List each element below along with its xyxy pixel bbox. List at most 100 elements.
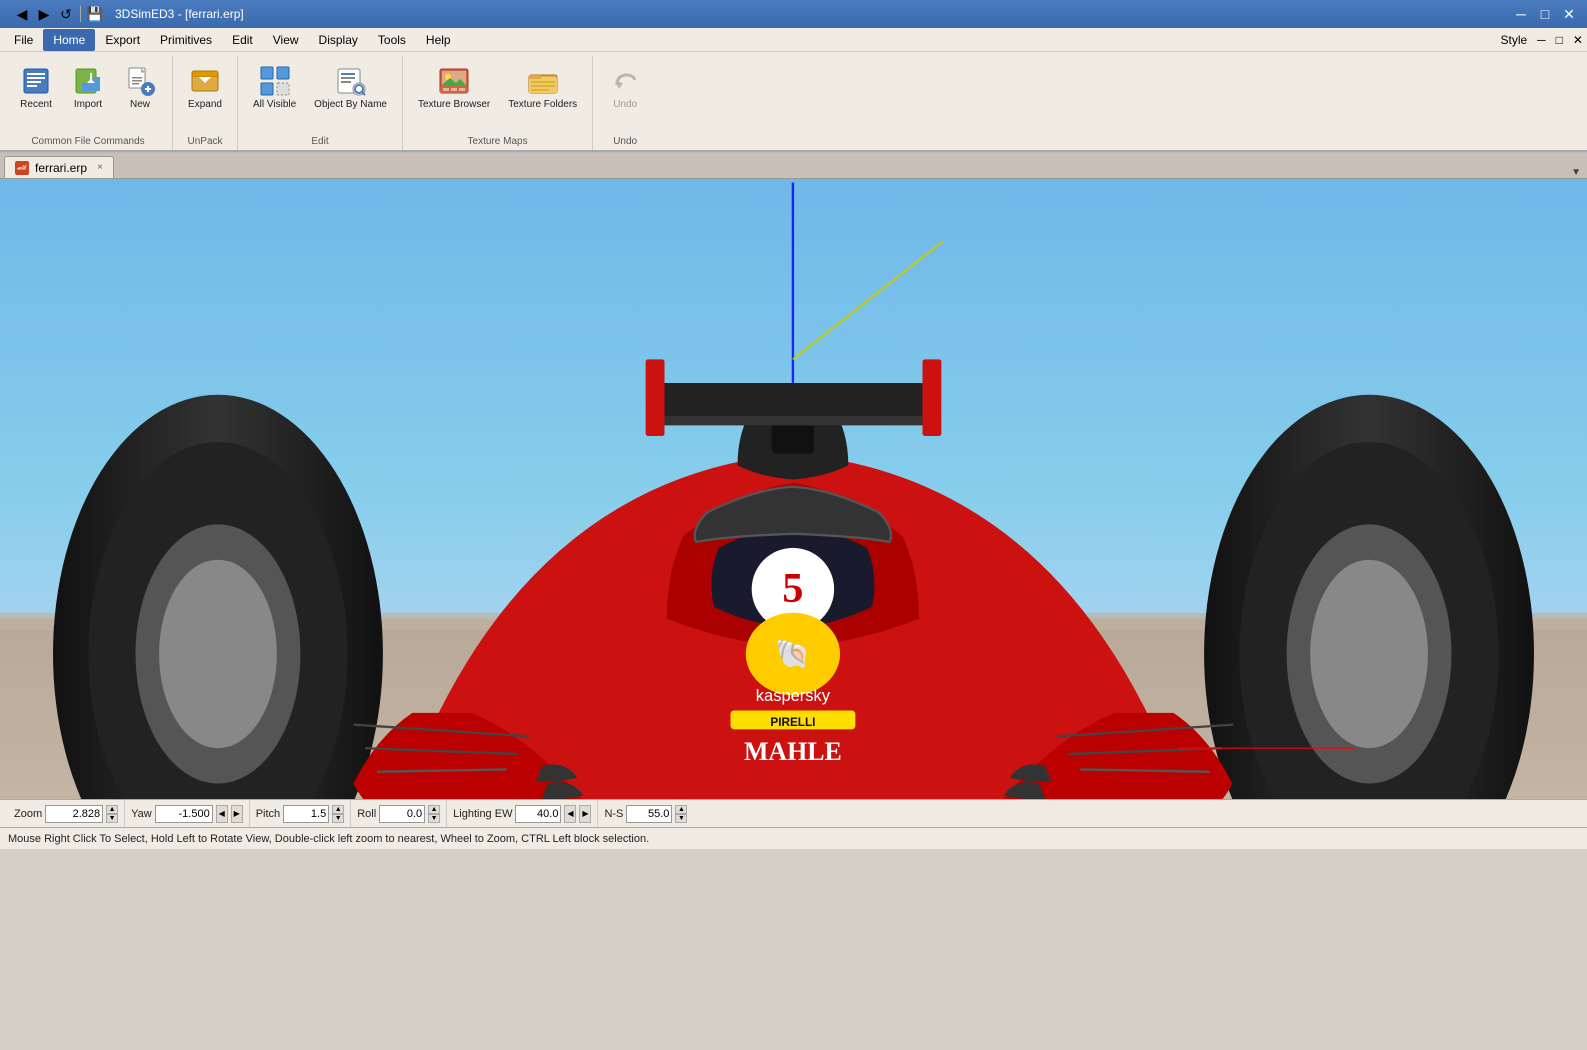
ribbon-group-unpack: Expand UnPack [173,56,238,150]
menu-bar-right: Style ─ □ ✕ [1501,33,1584,47]
zoom-label: Zoom [14,808,42,820]
close-button[interactable]: ✕ [1559,5,1579,23]
yaw-prev[interactable]: ◀ [216,805,228,823]
new-icon [124,65,156,97]
forward-button[interactable]: ▶ [34,4,54,24]
3d-scene: 5 🐚 kaspersky PIRELLI MAHLE 🐚 V-Power 🐚 … [0,179,1587,799]
svg-text:kaspersky: kaspersky [756,687,831,705]
texture-browser-label: Texture Browser [418,99,490,111]
bottom-status: Mouse Right Click To Select, Hold Left t… [0,827,1587,849]
back-button[interactable]: ◀ [12,4,32,24]
undo-group-label: Undo [601,134,649,150]
import-icon [72,65,104,97]
roll-up[interactable]: ▲ [428,805,440,814]
common-file-label: Common File Commands [12,134,164,150]
ns-input[interactable] [626,805,672,823]
title-bar-left: ◀ ▶ ↺ 💾 3DSimED3 - [ferrari.erp] [8,2,244,26]
ribbon-group-items-texture: Texture Browser Texture Folders [411,56,584,134]
zoom-up[interactable]: ▲ [106,805,118,814]
tab-icon: 🏎 [15,161,29,175]
ribbon-btn-texture-folders[interactable]: Texture Folders [501,60,584,116]
lighting-ew-field: Lighting EW ◀ ▶ [447,800,598,827]
menu-export[interactable]: Export [95,29,150,51]
zoom-input[interactable] [45,805,103,823]
lighting-ew-prev[interactable]: ◀ [564,805,576,823]
ns-down[interactable]: ▼ [675,814,687,823]
menu-edit[interactable]: Edit [222,29,263,51]
roll-input[interactable] [379,805,425,823]
texture-folders-icon [527,65,559,97]
minimize-button[interactable]: ─ [1511,5,1531,23]
recent-icon [20,65,52,97]
ribbon-btn-recent[interactable]: Recent [12,60,60,116]
menu-view[interactable]: View [263,29,309,51]
ribbon-group-common-file: Recent Import [4,56,173,150]
svg-text:🐚: 🐚 [775,637,810,669]
ribbon: Recent Import [0,52,1587,152]
viewport: 5 🐚 kaspersky PIRELLI MAHLE 🐚 V-Power 🐚 … [0,179,1587,799]
tab-label: ferrari.erp [35,161,87,175]
svg-text:5: 5 [782,565,803,612]
texture-browser-icon [438,65,470,97]
refresh-button[interactable]: ↺ [56,4,76,24]
tab-bar: 🏎 ferrari.erp × ▼ [0,153,1587,179]
tab-dropdown[interactable]: ▼ [1565,167,1587,178]
expand-icon [189,65,221,97]
ribbon-btn-new[interactable]: New [116,60,164,116]
pitch-up[interactable]: ▲ [332,805,344,814]
ribbon-btn-object-by-name[interactable]: Object By Name [307,60,394,116]
save-button[interactable]: 💾 [85,4,105,24]
pitch-label: Pitch [256,808,280,820]
all-visible-label: All Visible [253,99,296,111]
window-controls: ─ □ ✕ [1511,5,1579,23]
texture-folders-label: Texture Folders [508,99,577,111]
tab-close-button[interactable]: × [97,162,103,173]
ribbon-btn-import[interactable]: Import [64,60,112,116]
lighting-ew-next[interactable]: ▶ [579,805,591,823]
ribbon-group-items-edit: All Visible Object [246,56,394,134]
ribbon-btn-all-visible[interactable]: All Visible [246,60,303,116]
recent-label: Recent [20,99,52,111]
expand-label: Expand [188,99,222,111]
lighting-ew-label: Lighting EW [453,808,512,820]
lighting-ew-input[interactable] [515,805,561,823]
pitch-down[interactable]: ▼ [332,814,344,823]
pitch-input[interactable] [283,805,329,823]
maximize-button[interactable]: □ [1535,5,1555,23]
ns-up[interactable]: ▲ [675,805,687,814]
ribbon-group-edit: All Visible Object [238,56,403,150]
undo-icon [609,65,641,97]
window-title: 3DSimED3 - [ferrari.erp] [115,7,244,21]
unpack-label: UnPack [181,134,229,150]
yaw-next[interactable]: ▶ [231,805,243,823]
texture-maps-label: Texture Maps [411,134,584,150]
yaw-input[interactable] [155,805,213,823]
svg-text:MAHLE: MAHLE [744,737,842,766]
pitch-field: Pitch ▲ ▼ [250,800,351,827]
menu-display[interactable]: Display [309,29,368,51]
menu-tools[interactable]: Tools [368,29,416,51]
edit-group-label: Edit [246,134,394,150]
yaw-label: Yaw [131,808,152,820]
ribbon-group-texture: Texture Browser Texture Folders [403,56,593,150]
zoom-down[interactable]: ▼ [106,814,118,823]
ns-spinner: ▲ ▼ [675,805,687,823]
ribbon-btn-texture-browser[interactable]: Texture Browser [411,60,497,116]
menu-help[interactable]: Help [416,29,461,51]
menu-file[interactable]: File [4,29,43,51]
quick-access-toolbar: ◀ ▶ ↺ 💾 [8,2,109,26]
roll-label: Roll [357,808,376,820]
all-visible-icon [259,65,291,97]
ribbon-btn-undo[interactable]: Undo [601,60,649,116]
roll-down[interactable]: ▼ [428,814,440,823]
ribbon-group-items-file: Recent Import [12,56,164,134]
ribbon-btn-expand[interactable]: Expand [181,60,229,116]
menu-home[interactable]: Home [43,29,95,51]
tab-ferrari[interactable]: 🏎 ferrari.erp × [4,156,114,178]
separator [80,6,81,22]
import-label: Import [74,99,102,111]
menu-primitives[interactable]: Primitives [150,29,222,51]
status-bar: Zoom ▲ ▼ Yaw ◀ ▶ Pitch ▲ ▼ Roll ▲ ▼ Ligh… [0,799,1587,827]
ribbon-group-items-undo: Undo [601,56,649,134]
pitch-spinner: ▲ ▼ [332,805,344,823]
